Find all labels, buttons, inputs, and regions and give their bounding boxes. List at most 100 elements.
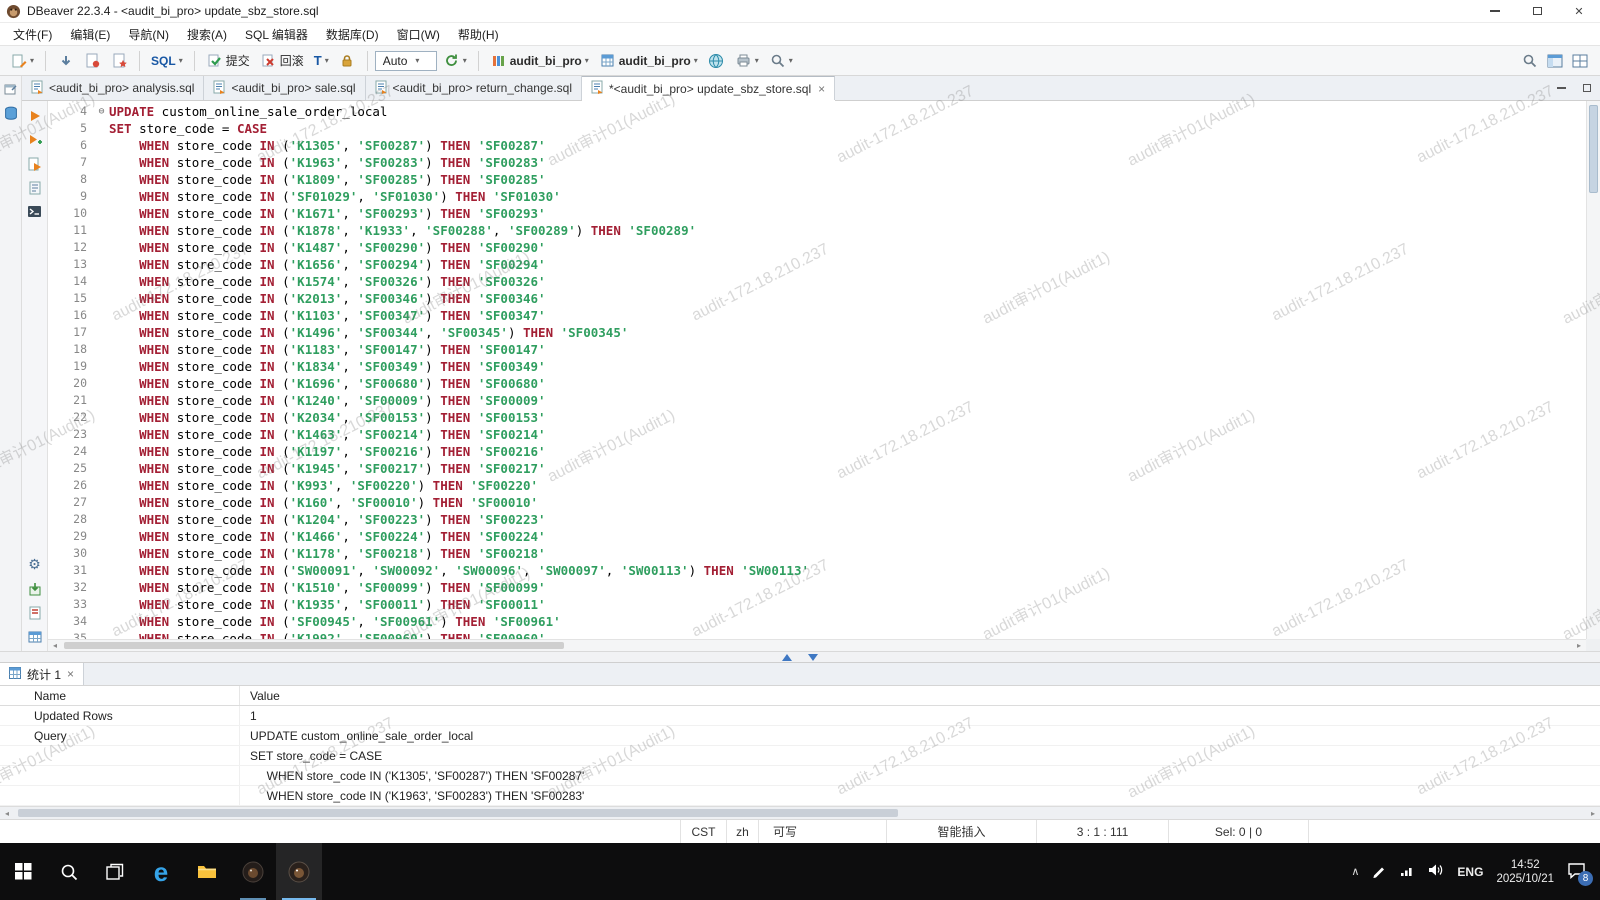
editor-tab[interactable]: <audit_bi_pro> analysis.sql [22,76,204,100]
new-sql-editor-button[interactable]: ▾ [6,50,38,71]
code-line[interactable]: 26 WHEN store_code IN ('K993', 'SF00220'… [48,477,1586,494]
code-line[interactable]: 6 WHEN store_code IN ('K1305', 'SF00287'… [48,137,1586,154]
language-indicator[interactable]: ENG [1457,865,1483,879]
code-line[interactable]: 9 WHEN store_code IN ('SF01029', 'SF0103… [48,188,1586,205]
sql-editor[interactable]: 4⊖UPDATE custom_online_sale_order_local5… [48,101,1600,651]
column-header-name[interactable]: Name [0,686,240,705]
menu-item[interactable]: 数据库(D) [317,23,388,45]
code-line[interactable]: 28 WHEN store_code IN ('K1204', 'SF00223… [48,511,1586,528]
restore-view-icon[interactable] [2,80,19,97]
editor-results-splitter[interactable] [0,651,1600,663]
code-line[interactable]: 30 WHEN store_code IN ('K1178', 'SF00218… [48,545,1586,562]
script-log-icon[interactable] [26,604,43,621]
editor-tab[interactable]: *<audit_bi_pro> update_sbz_store.sql× [582,76,835,100]
search-button[interactable]: ▾ [765,50,797,71]
splitter-collapse-down-icon[interactable] [808,654,818,661]
layout-icon[interactable] [1571,52,1588,69]
export-result-icon[interactable] [26,580,43,597]
save-as-button[interactable] [107,50,132,71]
code-line[interactable]: 31 WHEN store_code IN ('SW00091', 'SW000… [48,562,1586,579]
explain-plan-icon[interactable] [26,179,43,196]
execute-new-tab-icon[interactable] [26,131,43,148]
close-button[interactable]: ✕ [1558,0,1600,22]
database-navigator-icon[interactable] [2,105,19,122]
statistics-tab[interactable]: 统计 1 × [0,663,84,685]
commit-button[interactable]: 提交 [202,50,254,71]
volume-icon[interactable] [1428,863,1444,880]
fetch-button[interactable] [53,50,78,71]
app-button-dbeaver-2[interactable] [276,843,322,900]
start-button[interactable] [0,843,46,900]
globe-button[interactable] [704,50,729,71]
lock-toggle-button[interactable] [335,50,360,71]
scroll-right-icon[interactable]: ▸ [1572,640,1586,651]
print-button[interactable]: ▾ [731,50,763,71]
minimize-button[interactable] [1474,0,1516,22]
code-line[interactable]: 8 WHEN store_code IN ('K1809', 'SF00285'… [48,171,1586,188]
splitter-collapse-up-icon[interactable] [782,654,792,661]
code-line[interactable]: 12 WHEN store_code IN ('K1487', 'SF00290… [48,239,1586,256]
result-row[interactable]: Updated Rows1 [0,706,1600,726]
code-line[interactable]: 24 WHEN store_code IN ('K1197', 'SF00216… [48,443,1586,460]
connection-selector[interactable]: audit_bi_pro ▾ [486,50,593,71]
app-button-dbeaver-1[interactable] [230,843,276,900]
code-line[interactable]: 15 WHEN store_code IN ('K2013', 'SF00346… [48,290,1586,307]
schema-selector[interactable]: audit_bi_pro ▾ [595,50,702,71]
code-line[interactable]: 23 WHEN store_code IN ('K1463', 'SF00214… [48,426,1586,443]
sql-presentation-selector[interactable]: SQL ▾ [147,52,187,70]
code-line[interactable]: 32 WHEN store_code IN ('K1510', 'SF00099… [48,579,1586,596]
result-row[interactable]: SET store_code = CASE [0,746,1600,766]
menu-item[interactable]: 帮助(H) [449,23,508,45]
result-row[interactable]: WHEN store_code IN ('K1305', 'SF00287') … [0,766,1600,786]
code-line[interactable]: 16 WHEN store_code IN ('K1103', 'SF00347… [48,307,1586,324]
code-line[interactable]: 4⊖UPDATE custom_online_sale_order_local [48,103,1586,120]
code-area[interactable]: 4⊖UPDATE custom_online_sale_order_local5… [48,101,1586,639]
code-line[interactable]: 21 WHEN store_code IN ('K1240', 'SF00009… [48,392,1586,409]
code-line[interactable]: 25 WHEN store_code IN ('K1945', 'SF00217… [48,460,1586,477]
save-button[interactable] [80,50,105,71]
vertical-scrollbar[interactable] [1586,101,1600,639]
transaction-log-button[interactable]: T ▾ [310,51,333,70]
code-line[interactable]: 17 WHEN store_code IN ('K1496', 'SF00344… [48,324,1586,341]
settings-gear-icon[interactable]: ⚙ [26,556,43,573]
code-line[interactable]: 13 WHEN store_code IN ('K1656', 'SF00294… [48,256,1586,273]
code-line[interactable]: 5SET store_code = CASE [48,120,1586,137]
menu-item[interactable]: SQL 编辑器 [236,23,317,45]
result-row[interactable]: WHEN store_code IN ('K1963', 'SF00283') … [0,786,1600,806]
code-line[interactable]: 29 WHEN store_code IN ('K1466', 'SF00224… [48,528,1586,545]
code-line[interactable]: 35 WHEN store_code IN ('K1992', 'SF00960… [48,630,1586,639]
code-line[interactable]: 22 WHEN store_code IN ('K2034', 'SF00153… [48,409,1586,426]
rollback-button[interactable]: 回滚 [256,50,308,71]
quick-search-icon[interactable] [1521,52,1538,69]
tab-close-icon[interactable]: × [67,667,74,681]
scroll-left-icon[interactable]: ◂ [48,640,62,651]
column-header-value[interactable]: Value [240,686,1600,705]
refresh-button[interactable]: ▾ [439,50,471,71]
results-scrollbar-thumb[interactable] [18,809,898,817]
output-grid-icon[interactable] [26,628,43,645]
task-view-button[interactable] [92,843,138,900]
code-line[interactable]: 10 WHEN store_code IN ('K1671', 'SF00293… [48,205,1586,222]
pen-icon[interactable] [1372,863,1387,881]
execute-script-icon[interactable] [26,155,43,172]
maximize-panel-icon[interactable] [1574,76,1600,100]
horizontal-scrollbar-thumb[interactable] [64,642,564,649]
tab-close-icon[interactable]: × [818,82,825,96]
autocommit-combo[interactable]: Auto ▾ [375,51,437,71]
edge-browser-button[interactable]: e [138,843,184,900]
maximize-button[interactable] [1516,0,1558,22]
code-line[interactable]: 7 WHEN store_code IN ('K1963', 'SF00283'… [48,154,1586,171]
menu-item[interactable]: 导航(N) [119,23,178,45]
hidden-icons-chevron-icon[interactable]: ∧ [1351,865,1359,878]
code-line[interactable]: 33 WHEN store_code IN ('K1935', 'SF00011… [48,596,1586,613]
editor-tab[interactable]: <audit_bi_pro> sale.sql [204,76,365,100]
menu-item[interactable]: 编辑(E) [61,23,119,45]
horizontal-scrollbar[interactable]: ◂ ▸ [48,639,1586,651]
file-explorer-button[interactable] [184,843,230,900]
code-line[interactable]: 11 WHEN store_code IN ('K1878', 'K1933',… [48,222,1586,239]
vertical-scrollbar-thumb[interactable] [1589,105,1598,193]
scroll-left-icon[interactable]: ◂ [0,807,14,819]
open-console-icon[interactable] [26,203,43,220]
perspective-icon[interactable] [1546,52,1563,69]
code-line[interactable]: 19 WHEN store_code IN ('K1834', 'SF00349… [48,358,1586,375]
